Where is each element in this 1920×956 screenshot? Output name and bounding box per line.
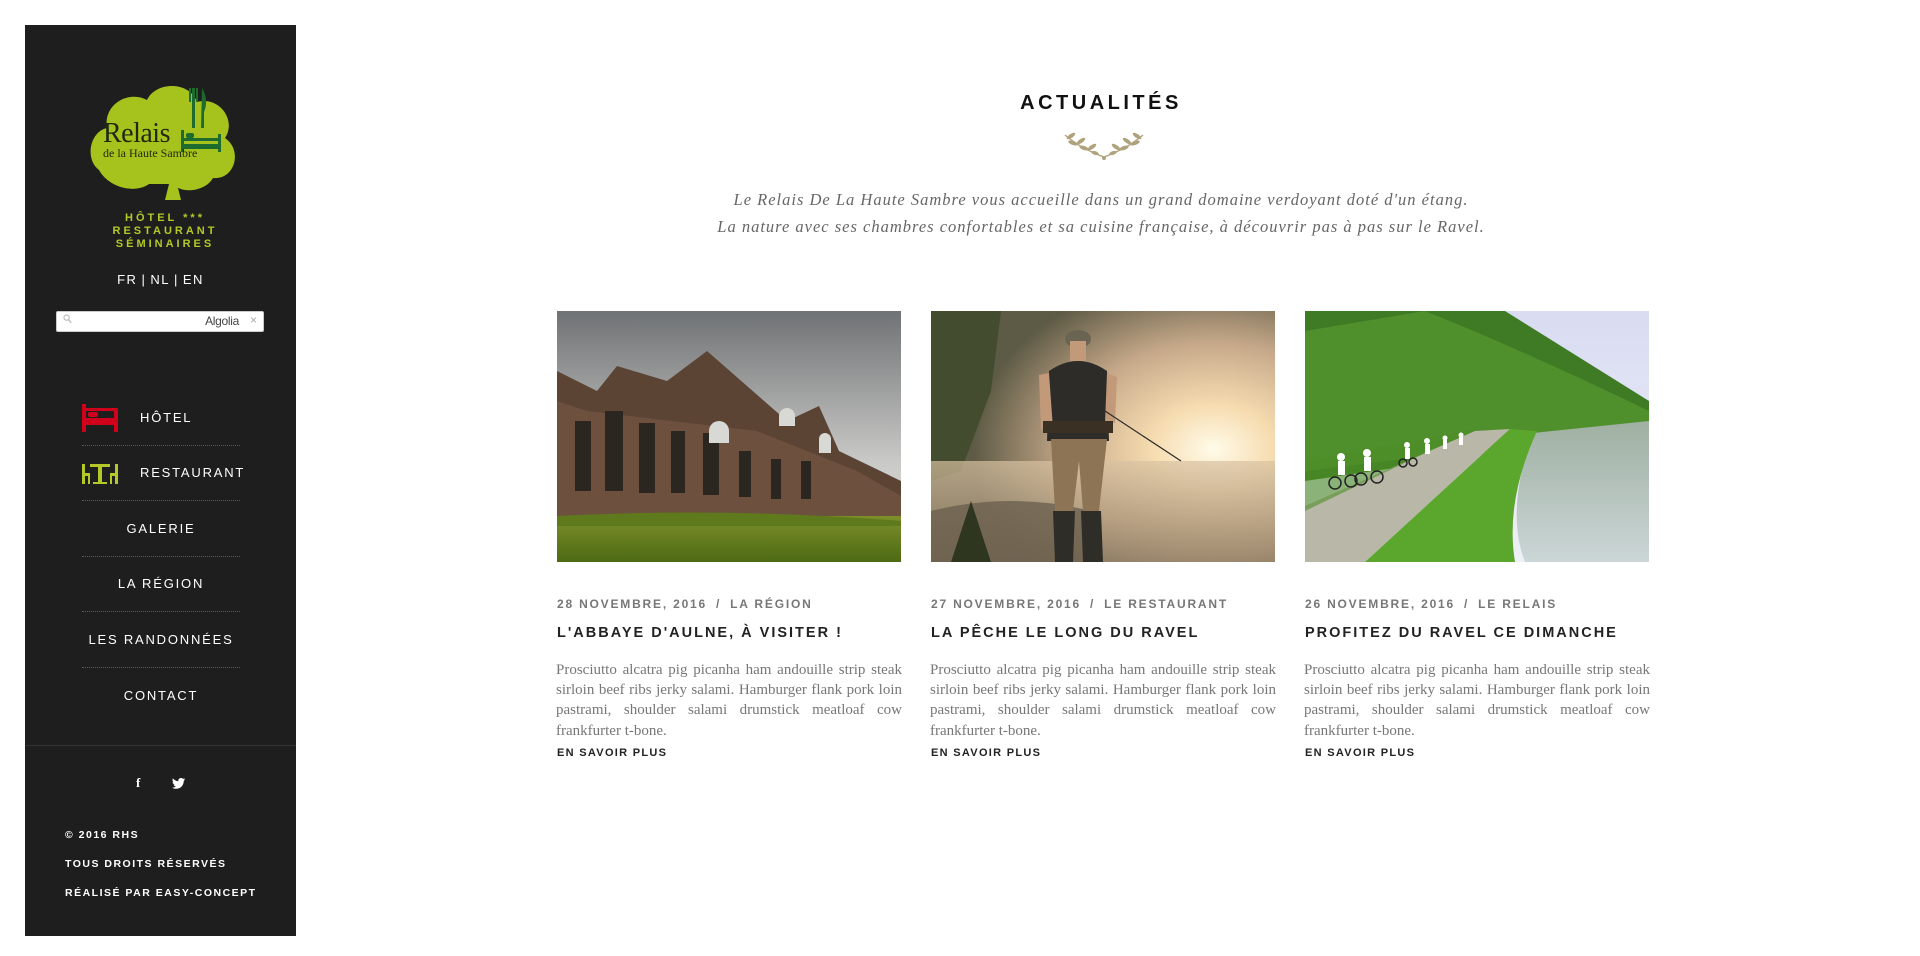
- news-card: 26 NOVEMBRE, 2016 / LE RELAIS PROFITEZ DU …: [1304, 311, 1650, 759]
- dining-table-icon: [82, 460, 118, 488]
- sidebar: Relais de la Haute Sambre HÔTEL *** REST…: [25, 25, 296, 936]
- language-switcher: FR | NL | EN: [25, 272, 296, 287]
- news-meta: 28 NOVEMBRE, 2016 / LA RÉGION: [557, 597, 901, 611]
- search-input[interactable]: [75, 313, 195, 330]
- search-box: Algolia ×: [56, 311, 264, 332]
- logo-tagline: HÔTEL *** RESTAURANT SÉMINAIRES: [85, 212, 245, 251]
- lang-separator: |: [141, 272, 147, 287]
- copyright-text: © 2016 RHS: [65, 829, 140, 841]
- credit-link[interactable]: RÉALISÉ PAR EASY-CONCEPT: [65, 883, 257, 912]
- logo-subtitle: de la Haute Sambre: [103, 146, 198, 160]
- section-title: ACTUALITÉS: [1020, 92, 1182, 114]
- nav-item-randonnees[interactable]: LES RANDONNÉES: [82, 612, 240, 668]
- news-card: 27 NOVEMBRE, 2016 / LE RESTAURANT LA PÊCHE…: [930, 311, 1276, 759]
- lang-separator: |: [173, 272, 179, 287]
- news-category-link[interactable]: LE RESTAURANT: [1104, 597, 1228, 611]
- section-intro: Le Relais De La Haute Sambre vous accuei…: [296, 186, 1906, 240]
- facebook-icon[interactable]: f: [136, 775, 140, 791]
- main-content: ACTUALITÉS Le Relais De La Haute Sambre …: [296, 0, 1920, 956]
- read-more-link[interactable]: EN SAVOIR PLUS: [931, 747, 1275, 759]
- laurel-ornament-icon: [1059, 127, 1149, 161]
- news-card: 28 NOVEMBRE, 2016 / LA RÉGION L'ABBAYE D'A…: [556, 311, 902, 759]
- logo-tag-seminaires: SÉMINAIRES: [115, 238, 215, 250]
- logo-title: Relais: [103, 118, 171, 149]
- nav-item-contact[interactable]: CONTACT: [82, 668, 240, 724]
- news-image-fisherman[interactable]: [931, 311, 1275, 562]
- bed-icon: [82, 404, 118, 432]
- intro-line: La nature avec ses chambres confortables…: [717, 217, 1485, 236]
- search-clear-button[interactable]: ×: [250, 313, 257, 327]
- search-provider-logo: Algolia: [205, 314, 239, 328]
- nav-item-label: RESTAURANT: [140, 465, 246, 481]
- intro-line: Le Relais De La Haute Sambre vous accuei…: [733, 190, 1469, 209]
- news-date: 28 NOVEMBRE, 2016: [557, 597, 707, 611]
- read-more-link[interactable]: EN SAVOIR PLUS: [557, 747, 901, 759]
- lang-nl-link[interactable]: NL: [150, 272, 170, 287]
- news-date: 27 NOVEMBRE, 2016: [931, 597, 1081, 611]
- lang-fr-link[interactable]: FR: [117, 272, 137, 287]
- news-category-link[interactable]: LE RELAIS: [1478, 597, 1557, 611]
- search-icon: [63, 314, 72, 327]
- news-title[interactable]: PROFITEZ DU RAVEL CE DIMANCHE: [1305, 625, 1649, 641]
- twitter-icon[interactable]: [171, 775, 185, 790]
- rights-text: TOUS DROITS RÉSERVÉS: [65, 858, 227, 870]
- nav-item-restaurant[interactable]: RESTAURANT: [82, 446, 243, 501]
- sidebar-divider: [25, 745, 296, 746]
- read-more-link[interactable]: EN SAVOIR PLUS: [1305, 747, 1649, 759]
- news-title[interactable]: L'ABBAYE D'AULNE, À VISITER !: [557, 625, 901, 641]
- lang-en-link[interactable]: EN: [183, 272, 204, 287]
- social-links: f: [25, 775, 296, 791]
- news-excerpt: Prosciutto alcatra pig picanha ham andou…: [1304, 662, 1650, 739]
- meta-separator: /: [1090, 597, 1096, 611]
- news-image-abbey[interactable]: [557, 311, 901, 562]
- site-logo[interactable]: Relais de la Haute Sambre HÔTEL *** REST…: [85, 60, 245, 250]
- news-meta: 27 NOVEMBRE, 2016 / LE RESTAURANT: [931, 597, 1275, 611]
- news-excerpt: Prosciutto alcatra pig picanha ham andou…: [556, 662, 902, 739]
- news-meta: 26 NOVEMBRE, 2016 / LE RELAIS: [1305, 597, 1649, 611]
- nav-item-label: HÔTEL: [140, 409, 193, 425]
- news-excerpt: Prosciutto alcatra pig picanha ham andou…: [930, 662, 1276, 739]
- news-title[interactable]: LA PÊCHE LE LONG DU RAVEL: [931, 625, 1275, 641]
- nav-item-la-region[interactable]: LA RÉGION: [82, 557, 240, 612]
- news-category-link[interactable]: LA RÉGION: [730, 597, 812, 611]
- news-image-cyclists[interactable]: [1305, 311, 1649, 562]
- sidebar-footer: © 2016 RHS TOUS DROITS RÉSERVÉS RÉALISÉ …: [65, 825, 257, 912]
- main-nav: HÔTEL RESTAURANT GALERIE LA RÉGION LES R…: [82, 390, 243, 724]
- meta-separator: /: [716, 597, 722, 611]
- news-date: 26 NOVEMBRE, 2016: [1305, 597, 1455, 611]
- nav-item-galerie[interactable]: GALERIE: [82, 501, 240, 557]
- meta-separator: /: [1464, 597, 1470, 611]
- logo-tag-restaurant: RESTAURANT: [112, 225, 218, 237]
- nav-item-hotel[interactable]: HÔTEL: [82, 390, 240, 446]
- logo-tag-hotel: HÔTEL ***: [125, 212, 205, 224]
- logo-wordmark: Relais de la Haute Sambre: [103, 118, 198, 160]
